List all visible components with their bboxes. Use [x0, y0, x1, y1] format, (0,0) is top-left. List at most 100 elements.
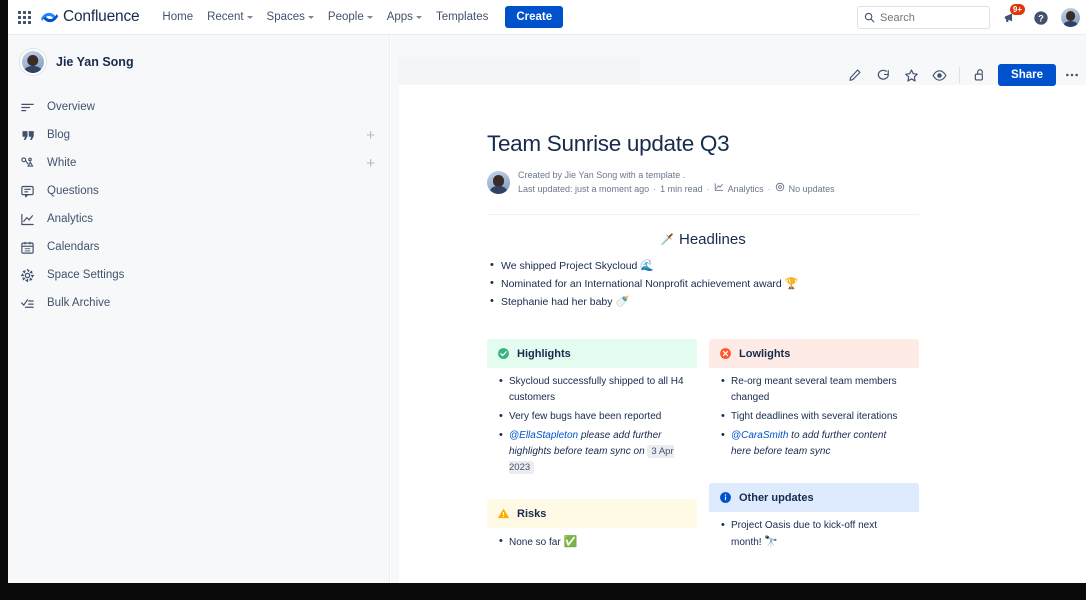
error-cross-circle-icon	[719, 347, 732, 360]
search-box[interactable]	[857, 6, 990, 29]
browser-viewport: Confluence Home Recent Spaces People App…	[8, 0, 1086, 583]
help-button[interactable]: ?	[1030, 7, 1052, 29]
risks-panel-body: None so far ✅	[487, 528, 697, 562]
warning-triangle-icon	[497, 507, 510, 520]
other-updates-panel: Other updates Project Oasis due to kick-…	[709, 483, 919, 562]
user-mention-link[interactable]: @CaraSmith	[731, 430, 788, 441]
sidebar-item-blog[interactable]: Blog +	[8, 121, 389, 149]
overview-lines-icon	[20, 100, 42, 115]
panel-item-text: None so far	[509, 537, 563, 548]
sidebar-item-bulk-archive[interactable]: Bulk Archive	[8, 289, 389, 317]
wave-emoji-icon: 🌊	[640, 260, 654, 272]
sidebar-item-analytics[interactable]: Analytics	[8, 205, 389, 233]
grid-apps-icon[interactable]	[13, 6, 35, 28]
nav-item-home[interactable]: Home	[155, 6, 200, 28]
analytics-link[interactable]: Analytics	[728, 183, 764, 196]
sidebar-item-overview[interactable]: Overview	[8, 93, 389, 121]
no-updates-label[interactable]: No updates	[789, 183, 835, 196]
sidebar-item-label: Bulk Archive	[47, 297, 110, 309]
content-divider	[487, 214, 919, 215]
eye-watch-icon[interactable]	[927, 63, 951, 87]
nav-item-templates[interactable]: Templates	[429, 6, 495, 28]
list-item: @CaraSmith to add further content here b…	[719, 428, 909, 460]
create-button[interactable]: Create	[505, 6, 563, 28]
created-by-text: Created by Jie Yan Song with a template …	[518, 169, 835, 182]
panel-item-text: Project Oasis due to kick-off next month…	[731, 520, 877, 548]
device-frame: Confluence Home Recent Spaces People App…	[0, 0, 1086, 600]
analytics-chart-icon	[20, 212, 42, 227]
star-icon[interactable]	[899, 63, 923, 87]
headlines-heading: 🗡️ Headlines	[487, 231, 919, 248]
question-circle-icon: ?	[1033, 10, 1049, 26]
page-actions-toolbar: Share	[843, 63, 1084, 87]
meta-separator: ·	[707, 183, 710, 196]
search-input[interactable]	[880, 12, 980, 24]
meta-separator: ·	[653, 183, 656, 196]
nav-label: Home	[162, 11, 193, 23]
panel-title: Other updates	[739, 492, 814, 504]
global-nav-right-actions: 9+ ?	[857, 0, 1080, 35]
page-byline: Created by Jie Yan Song with a template …	[487, 169, 919, 196]
risks-panel-header: Risks	[487, 499, 697, 528]
sidebar-item-space-settings[interactable]: Space Settings	[8, 261, 389, 289]
comment-icon[interactable]	[871, 63, 895, 87]
page-card: Share Team Sunrise update Q3 Created by …	[399, 85, 1086, 583]
headline-text: Nominated for an International Nonprofit…	[501, 278, 785, 290]
other-updates-panel-body: Project Oasis due to kick-off next month…	[709, 512, 919, 562]
author-avatar[interactable]	[487, 171, 510, 194]
meta-separator: ·	[768, 183, 771, 196]
highlights-panel-header: Highlights	[487, 339, 697, 368]
chevron-down-icon	[247, 16, 253, 19]
brand-name: Confluence	[63, 8, 139, 26]
panel-item-text: Re-org meant several team members change…	[731, 376, 897, 403]
confluence-logo-home-link[interactable]: Confluence	[41, 8, 139, 26]
list-item: We shipped Project Skycloud 🌊	[487, 258, 919, 275]
share-button[interactable]: Share	[998, 64, 1056, 86]
space-name: Jie Yan Song	[56, 55, 134, 69]
user-mention-link[interactable]: @EllaStapleton	[509, 430, 578, 441]
sidebar-item-whiteboards[interactable]: White +	[8, 149, 389, 177]
sidebar-item-label: Blog	[47, 129, 70, 141]
question-message-icon	[20, 184, 42, 199]
check-circle-icon	[497, 347, 510, 360]
list-item: Stephanie had her baby 🍼	[487, 294, 919, 311]
profile-avatar[interactable]	[1061, 8, 1080, 27]
headlines-heading-text: Headlines	[679, 231, 746, 248]
nav-item-recent[interactable]: Recent	[200, 6, 259, 28]
trophy-emoji-icon: 🏆	[785, 278, 799, 290]
sidebar-nav-list: Overview Blog + White +	[8, 93, 389, 317]
sidebar-item-label: Calendars	[47, 241, 99, 253]
panel-title: Lowlights	[739, 348, 790, 360]
space-header[interactable]: Jie Yan Song	[8, 35, 389, 75]
lowlights-panel-header: Lowlights	[709, 339, 919, 368]
lowlights-panel: Lowlights Re-org meant several team memb…	[709, 339, 919, 471]
nav-item-people[interactable]: People	[321, 6, 380, 28]
lock-unlocked-icon[interactable]	[968, 63, 992, 87]
analytics-icon	[714, 182, 724, 196]
lowlights-panel-body: Re-org meant several team members change…	[709, 368, 919, 471]
headline-text: Stephanie had her baby	[501, 296, 615, 308]
panels-left-column: Highlights Skycloud successfully shipped…	[487, 339, 697, 574]
sidebar-item-calendars[interactable]: Calendars	[8, 233, 389, 261]
list-item: @EllaStapleton please add further highli…	[497, 428, 687, 476]
target-icon	[775, 182, 785, 196]
highlights-panel: Highlights Skycloud successfully shipped…	[487, 339, 697, 487]
ellipsis-icon[interactable]	[1060, 63, 1084, 87]
last-updated-text: Last updated: just a moment ago	[518, 183, 649, 196]
add-blog-post-button[interactable]: +	[366, 128, 375, 143]
breadcrumb-placeholder	[398, 57, 640, 85]
check-mark-emoji-icon: ✅	[563, 536, 577, 548]
panels-right-column: Lowlights Re-org meant several team memb…	[709, 339, 919, 574]
headline-text: We shipped Project Skycloud	[501, 260, 640, 272]
nav-label: Apps	[387, 11, 413, 23]
pencil-icon[interactable]	[843, 63, 867, 87]
baby-bottle-emoji-icon: 🍼	[615, 296, 629, 308]
sidebar-item-questions[interactable]: Questions	[8, 177, 389, 205]
nav-item-apps[interactable]: Apps	[380, 6, 429, 28]
document-body: Team Sunrise update Q3 Created by Jie Ya…	[487, 131, 919, 583]
nav-item-spaces[interactable]: Spaces	[260, 6, 321, 28]
device-bottom-bezel	[0, 583, 1086, 600]
notifications-button[interactable]: 9+	[999, 7, 1021, 29]
space-avatar	[20, 49, 46, 75]
add-whiteboard-button[interactable]: +	[366, 156, 375, 171]
